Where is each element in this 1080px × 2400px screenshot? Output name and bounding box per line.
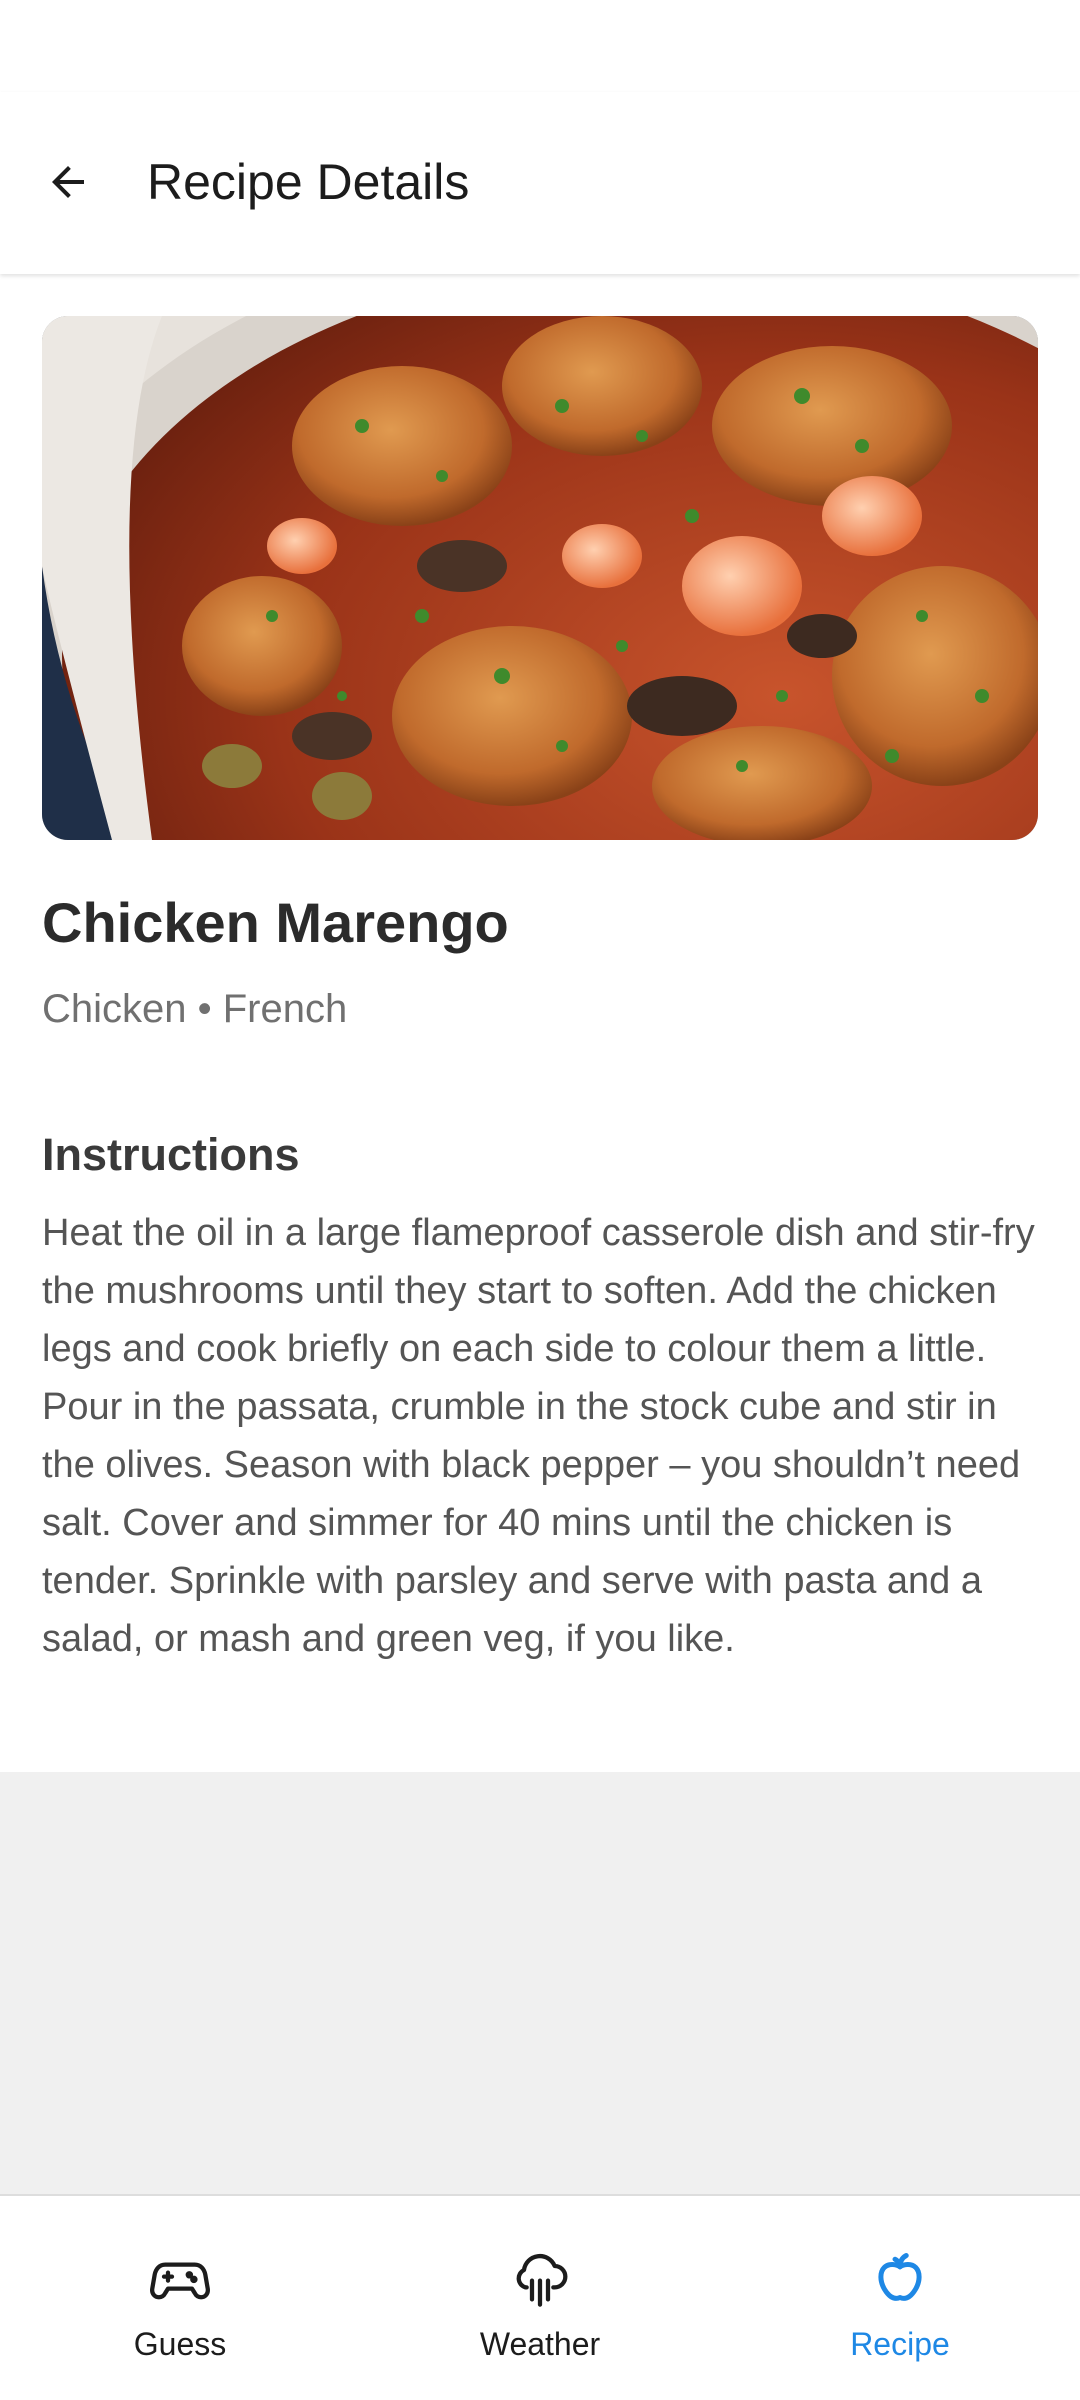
nav-item-weather[interactable]: Weather xyxy=(360,2196,720,2400)
nav-label-weather: Weather xyxy=(479,2326,601,2362)
instructions-heading: Instructions xyxy=(42,1129,300,1180)
nav-item-guess[interactable]: Guess xyxy=(0,2196,360,2400)
nav-label-guess: Guess xyxy=(133,2326,227,2362)
nav-item-recipe[interactable]: Recipe xyxy=(720,2196,1080,2400)
arrow-left-icon xyxy=(52,166,84,198)
status-bar xyxy=(0,0,1080,92)
recipe-image-graphic xyxy=(42,316,1038,840)
instruction-paragraph: Heat the oil in a large flameproof casse… xyxy=(42,1212,1035,1370)
cloud-rain-icon xyxy=(508,2246,572,2310)
page-title: Recipe Details xyxy=(147,154,470,210)
recipe-category-area: Chicken • French xyxy=(42,987,348,1031)
instructions-text: Heat the oil in a large flameproof casse… xyxy=(42,1204,1042,1668)
recipe-details-screen: Recipe Details Chicken Marengo Chicken •… xyxy=(0,0,1080,2400)
app-bar: Recipe Details xyxy=(0,92,1080,274)
apple-icon xyxy=(868,2246,932,2310)
back-button[interactable] xyxy=(26,140,110,224)
bottom-navigation: Guess Weather Recipe xyxy=(0,2194,1080,2400)
recipe-title: Chicken Marengo xyxy=(42,891,509,954)
recipe-content: Chicken Marengo Chicken • French Instruc… xyxy=(0,274,1080,1772)
instruction-paragraph: Pour in the passata, crumble in the stoc… xyxy=(42,1386,1021,1660)
nav-label-recipe: Recipe xyxy=(850,2326,950,2362)
gamepad-icon xyxy=(148,2246,212,2310)
recipe-image xyxy=(42,316,1038,840)
